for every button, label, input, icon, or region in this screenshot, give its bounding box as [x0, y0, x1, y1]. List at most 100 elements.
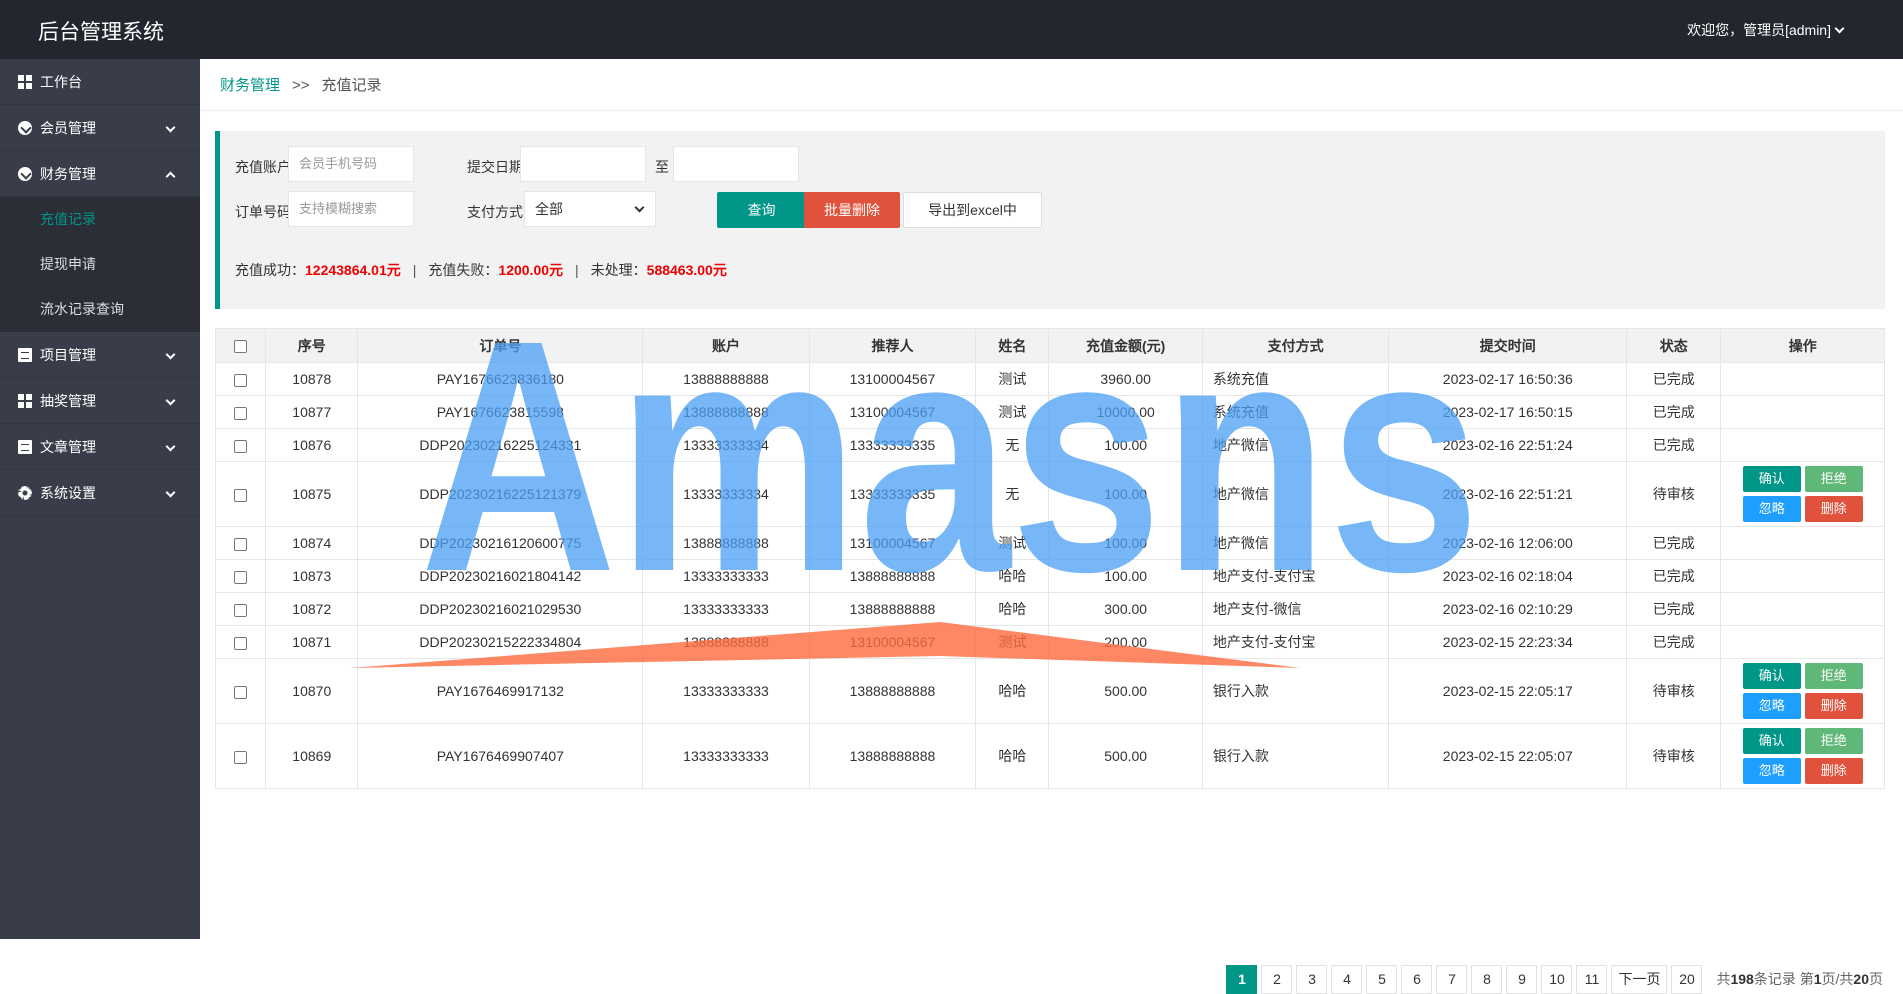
ignore-button[interactable]: 忽略: [1742, 758, 1801, 784]
date-end-input[interactable]: [673, 146, 799, 182]
customer-name: 哈哈: [975, 723, 1050, 789]
sidebar-item-label: 会员管理: [40, 120, 96, 136]
sidebar-subitem-withdraw-requests[interactable]: 提现申请: [0, 242, 200, 287]
order-input[interactable]: 支持模糊搜索: [288, 191, 414, 227]
next-page-button[interactable]: 下一页: [1611, 964, 1668, 994]
account: 13888888888: [642, 625, 810, 659]
sidebar: 工作台 会员管理 财务管理 充值记录 提现申请 流水记录查询 项目管理 抽奖管理…: [0, 59, 200, 939]
page-8[interactable]: 8: [1471, 964, 1503, 994]
row-id: 10876: [265, 428, 359, 462]
sidebar-item-lottery[interactable]: 抽奖管理: [0, 378, 200, 424]
page-11[interactable]: 11: [1576, 964, 1608, 994]
payment-method: 地产支付-支付宝: [1201, 559, 1390, 593]
sidebar-subitem-recharge-records[interactable]: 充值记录: [0, 197, 200, 242]
account: 13333333333: [642, 559, 810, 593]
reject-button[interactable]: 拒绝: [1804, 466, 1863, 492]
table-row: 10875 DDP20230216225121379 13333333334 1333…: [214, 461, 1885, 527]
sidebar-item-settings[interactable]: 系统设置: [0, 470, 200, 516]
delete-button[interactable]: 删除: [1804, 693, 1863, 719]
delete-button[interactable]: 删除: [1804, 758, 1863, 784]
select-all-checkbox[interactable]: [214, 328, 267, 363]
page-4[interactable]: 4: [1331, 964, 1363, 994]
account-input[interactable]: 会员手机号码: [288, 146, 414, 182]
row-checkbox[interactable]: [214, 428, 267, 462]
row-checkbox[interactable]: [214, 526, 267, 560]
page-5[interactable]: 5: [1366, 964, 1398, 994]
ignore-button[interactable]: 忽略: [1742, 693, 1801, 719]
table-row: 10871 DDP20230215222334804 13888888888 1310…: [214, 625, 1885, 659]
order-number: PAY1676469907407: [357, 723, 644, 789]
status-badge: 已完成: [1626, 559, 1722, 593]
page-10[interactable]: 10: [1541, 964, 1573, 994]
row-actions: 确认 拒绝 忽略 删除: [1720, 658, 1885, 724]
delete-button[interactable]: 删除: [1804, 496, 1863, 522]
query-button[interactable]: 查询: [717, 192, 806, 228]
page-6[interactable]: 6: [1401, 964, 1433, 994]
batch-delete-button[interactable]: 批量删除: [804, 192, 900, 228]
account: 13333333333: [642, 658, 810, 724]
payment-method: 系统充值: [1201, 362, 1390, 396]
chevron-down-icon: [165, 487, 176, 498]
recharge-amount: 100.00: [1048, 559, 1203, 593]
column-header: 状态: [1626, 328, 1722, 363]
reject-button[interactable]: 拒绝: [1804, 663, 1863, 689]
submit-time: 2023-02-16 02:18:04: [1388, 559, 1628, 593]
row-checkbox[interactable]: [214, 658, 267, 724]
column-header: 姓名: [975, 328, 1050, 363]
row-id: 10877: [265, 395, 359, 429]
page-3[interactable]: 3: [1296, 964, 1328, 994]
row-checkbox[interactable]: [214, 592, 267, 626]
sidebar-item-members[interactable]: 会员管理: [0, 105, 200, 151]
page-7[interactable]: 7: [1436, 964, 1468, 994]
sidebar-item-finance[interactable]: 财务管理: [0, 151, 200, 197]
row-actions: [1720, 362, 1885, 396]
date-start-input[interactable]: [520, 146, 646, 182]
last-page-button[interactable]: 20: [1671, 964, 1703, 994]
chevron-up-icon: [165, 171, 176, 182]
chevron-down-icon: [634, 202, 645, 213]
page-2[interactable]: 2: [1261, 964, 1293, 994]
row-checkbox[interactable]: [214, 559, 267, 593]
sidebar-item-projects[interactable]: 项目管理: [0, 332, 200, 378]
confirm-button[interactable]: 确认: [1742, 466, 1801, 492]
page-9[interactable]: 9: [1506, 964, 1538, 994]
sidebar-item-label: 工作台: [40, 74, 82, 90]
sidebar-item-articles[interactable]: 文章管理: [0, 424, 200, 470]
column-header: 推荐人: [808, 328, 977, 363]
row-checkbox[interactable]: [214, 395, 267, 429]
dashboard-icon: [18, 75, 32, 89]
status-badge: 已完成: [1626, 395, 1722, 429]
breadcrumb-separator: >>: [292, 77, 310, 94]
row-checkbox[interactable]: [214, 461, 267, 527]
row-checkbox[interactable]: [214, 723, 267, 789]
confirm-button[interactable]: 确认: [1742, 663, 1801, 689]
breadcrumb-finance[interactable]: 财务管理: [220, 77, 280, 94]
confirm-button[interactable]: 确认: [1742, 728, 1801, 754]
row-checkbox[interactable]: [214, 625, 267, 659]
submit-time: 2023-02-16 12:06:00: [1388, 526, 1628, 560]
stats-divider: |: [575, 262, 579, 278]
ignore-button[interactable]: 忽略: [1742, 496, 1801, 522]
column-header: 充值金额(元): [1048, 328, 1203, 363]
table-row: 10877 PAY1676623815598 13888888888 13100004…: [214, 395, 1885, 429]
customer-name: 测试: [975, 625, 1050, 659]
recharge-amount: 100.00: [1048, 461, 1203, 527]
table-row: 10878 PAY1676623836180 13888888888 13100004…: [214, 362, 1885, 396]
user-greeting: 欢迎您，管理员[admin]: [1687, 22, 1831, 38]
user-menu[interactable]: 欢迎您，管理员[admin]: [1687, 20, 1845, 40]
success-value: 12243864.01元: [305, 262, 401, 278]
reject-button[interactable]: 拒绝: [1804, 728, 1863, 754]
sidebar-subitem-flow-records[interactable]: 流水记录查询: [0, 287, 200, 332]
customer-name: 测试: [975, 526, 1050, 560]
page-1[interactable]: 1: [1226, 964, 1258, 994]
payment-method: 地产微信: [1201, 428, 1390, 462]
export-excel-button[interactable]: 导出到excel中: [903, 192, 1042, 228]
row-actions: [1720, 428, 1885, 462]
row-id: 10870: [265, 658, 359, 724]
submit-time: 2023-02-15 22:05:17: [1388, 658, 1628, 724]
pay-method-select[interactable]: 全部: [524, 191, 656, 227]
customer-name: 测试: [975, 362, 1050, 396]
sidebar-item-dashboard[interactable]: 工作台: [0, 59, 200, 105]
row-checkbox[interactable]: [214, 362, 267, 396]
row-actions: [1720, 559, 1885, 593]
